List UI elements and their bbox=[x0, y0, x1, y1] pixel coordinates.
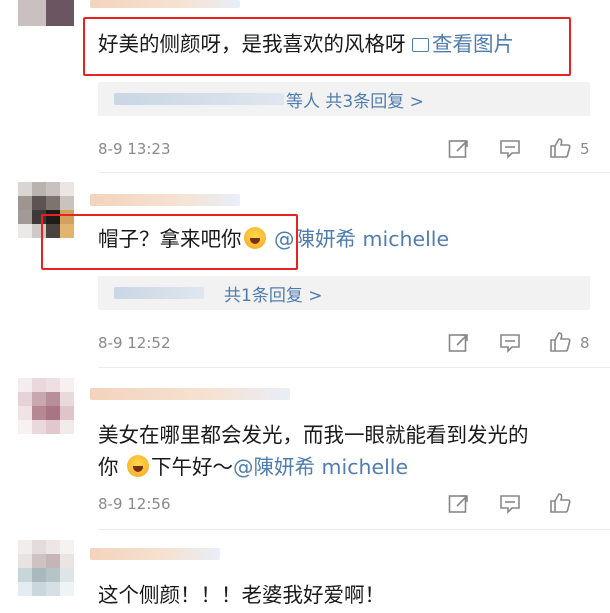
comment-text: 美女在哪里都会发光，而我一眼就能看到发光的 你 下午好～@陳妍希 michell… bbox=[98, 420, 529, 482]
avatar[interactable] bbox=[18, 540, 74, 613]
thumbs-up-icon[interactable] bbox=[549, 493, 571, 513]
username-blurred[interactable] bbox=[90, 388, 290, 400]
mention-link[interactable]: @陳妍希 michelle bbox=[274, 227, 449, 251]
comment-icon[interactable] bbox=[499, 494, 521, 514]
avatar[interactable] bbox=[18, 0, 74, 26]
highlight-box bbox=[83, 17, 571, 76]
comment-line-2-text: 你 bbox=[98, 455, 119, 479]
like-count: 5 bbox=[580, 140, 590, 158]
username-blurred[interactable] bbox=[90, 0, 240, 8]
reply-summary[interactable]: 共1条回复 > bbox=[98, 276, 590, 310]
reply-count-link[interactable]: 共1条回复 > bbox=[224, 281, 322, 306]
reply-summary[interactable]: 等人 共3条回复 > bbox=[98, 82, 590, 116]
avatar[interactable] bbox=[18, 378, 74, 434]
like-count: 8 bbox=[580, 334, 590, 352]
comment-text: 这个侧颜！！！老婆我好爱啊！ bbox=[98, 580, 385, 610]
comment-line-1: 美女在哪里都会发光，而我一眼就能看到发光的 bbox=[98, 423, 529, 447]
username-blurred[interactable] bbox=[90, 548, 220, 560]
comment-time: 8-9 12:56 bbox=[98, 495, 171, 513]
comment-icon[interactable] bbox=[499, 139, 521, 159]
reply-users-blurred bbox=[114, 287, 204, 299]
mention-link[interactable]: @陳妍希 michelle bbox=[233, 455, 408, 479]
thumbs-up-icon[interactable] bbox=[549, 138, 571, 158]
thumbs-up-icon[interactable] bbox=[549, 332, 571, 352]
reply-count-link[interactable]: 等人 共3条回复 > bbox=[286, 87, 424, 112]
highlight-box bbox=[41, 214, 298, 270]
divider bbox=[98, 529, 610, 530]
divider bbox=[98, 172, 610, 173]
laughing-emoji-icon bbox=[127, 455, 150, 477]
reply-users-blurred bbox=[114, 93, 284, 105]
divider bbox=[98, 367, 610, 368]
share-icon[interactable] bbox=[448, 139, 470, 159]
comment-content: 这个侧颜！！！老婆我好爱啊！ bbox=[98, 583, 385, 607]
comment-icon[interactable] bbox=[499, 333, 521, 353]
comment-time: 8-9 13:23 bbox=[98, 140, 171, 158]
share-icon[interactable] bbox=[448, 494, 470, 514]
username-blurred[interactable] bbox=[90, 194, 240, 206]
comment-time: 8-9 12:52 bbox=[98, 334, 171, 352]
greeting-text: 下午好～ bbox=[151, 455, 234, 479]
comment-line-2: 你 下午好～@陳妍希 michelle bbox=[98, 452, 529, 482]
share-icon[interactable] bbox=[448, 333, 470, 353]
